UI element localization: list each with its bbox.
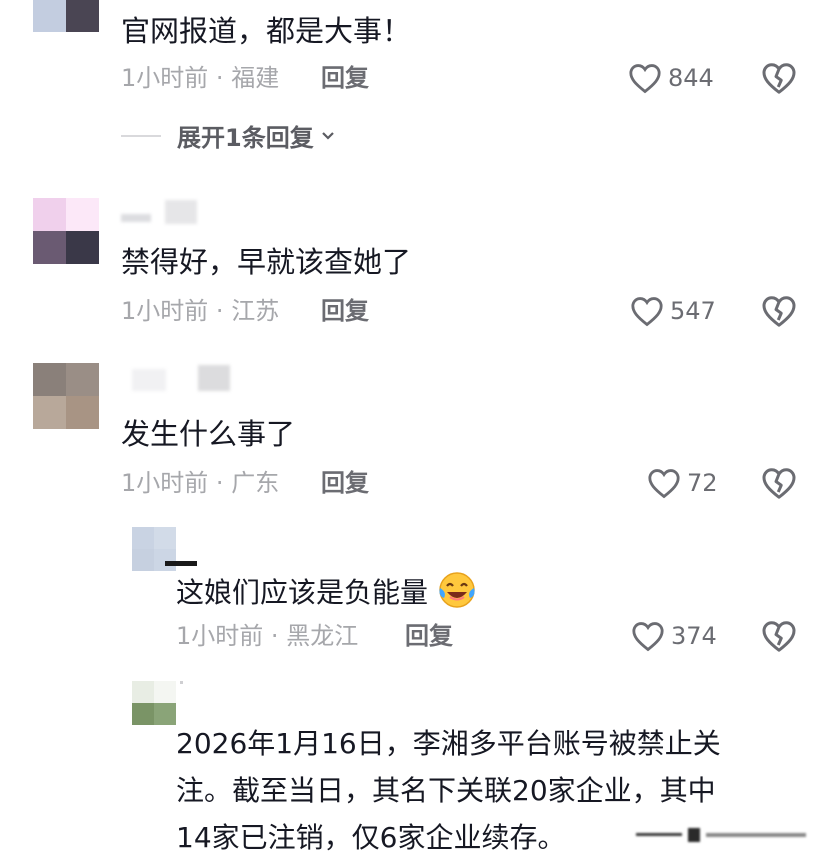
expand-replies-button[interactable]: 展开1条回复 bbox=[121, 118, 338, 153]
broken-heart-icon[interactable] bbox=[761, 294, 797, 328]
crying-laughing-emoji-icon bbox=[439, 572, 475, 608]
like-count: 72 bbox=[687, 469, 718, 497]
reply-text: 这娘们应该是负能量 bbox=[176, 570, 477, 611]
divider bbox=[121, 134, 161, 137]
avatar[interactable] bbox=[33, 198, 99, 264]
reply-button[interactable]: 回复 bbox=[321, 296, 369, 326]
like-button[interactable]: 547 bbox=[630, 293, 716, 329]
redaction-mark bbox=[636, 828, 808, 842]
comment-text: 官网报道，都是大事！ bbox=[121, 14, 412, 48]
username[interactable] bbox=[180, 681, 183, 684]
heart-outline-icon bbox=[629, 64, 661, 94]
comment-text: 发生什么事了 bbox=[121, 417, 296, 451]
like-count: 844 bbox=[668, 64, 714, 92]
username[interactable] bbox=[165, 561, 197, 566]
comment-meta: 1小时前 · 福建 bbox=[121, 64, 280, 92]
reply-button[interactable]: 回复 bbox=[405, 621, 453, 651]
heart-outline-icon bbox=[632, 622, 664, 652]
like-button[interactable]: 72 bbox=[647, 465, 718, 501]
broken-heart-icon[interactable] bbox=[761, 61, 797, 95]
reply-meta: 1小时前 · 黑龙江 bbox=[176, 622, 359, 650]
broken-heart-icon[interactable] bbox=[761, 466, 797, 500]
avatar[interactable] bbox=[132, 681, 176, 725]
broken-heart-icon[interactable] bbox=[761, 619, 797, 653]
heart-outline-icon bbox=[648, 469, 680, 499]
comment-text: 禁得好，早就该查她了 bbox=[121, 245, 412, 279]
comment-meta: 1小时前 · 江苏 bbox=[121, 297, 280, 325]
heart-outline-icon bbox=[631, 297, 663, 327]
username[interactable] bbox=[132, 365, 232, 391]
like-button[interactable]: 374 bbox=[631, 618, 717, 654]
avatar[interactable] bbox=[33, 363, 99, 429]
like-button[interactable]: 844 bbox=[628, 60, 714, 96]
username[interactable] bbox=[121, 200, 197, 226]
avatar[interactable] bbox=[33, 0, 99, 32]
reply-button[interactable]: 回复 bbox=[321, 63, 369, 93]
like-count: 374 bbox=[671, 622, 717, 650]
chevron-down-icon bbox=[321, 131, 334, 140]
like-count: 547 bbox=[670, 297, 716, 325]
comment-meta: 1小时前 · 广东 bbox=[121, 469, 280, 497]
reply-button[interactable]: 回复 bbox=[321, 468, 369, 498]
